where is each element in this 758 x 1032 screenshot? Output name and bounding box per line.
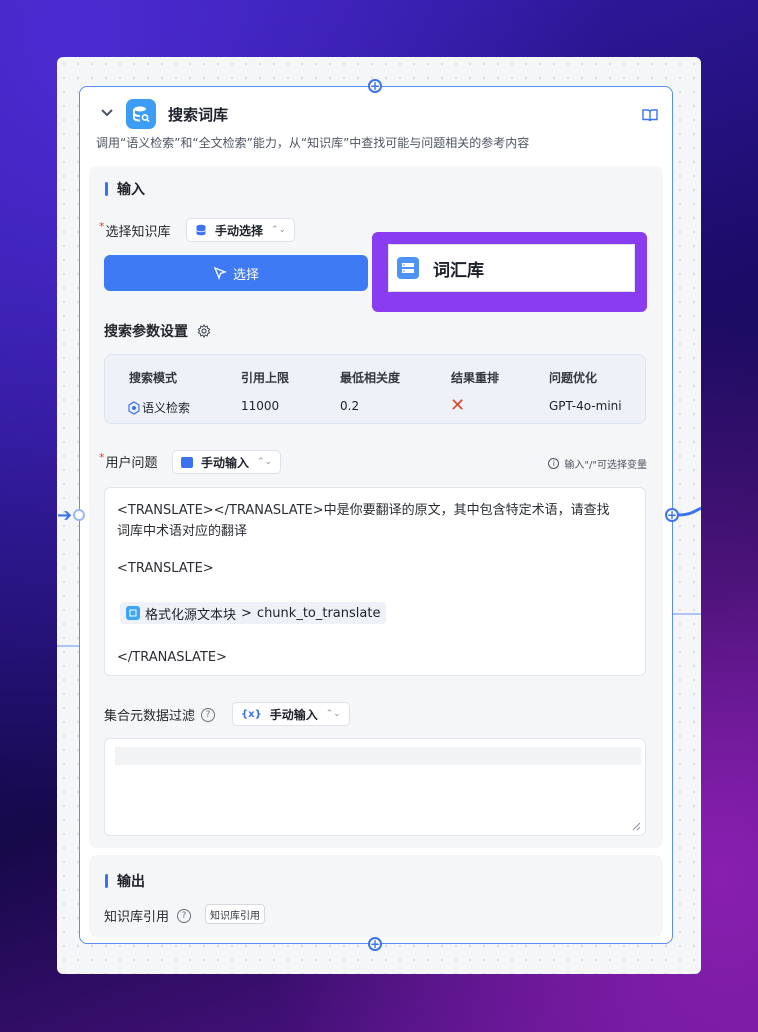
- param-value-mode: 语义检索: [142, 401, 191, 415]
- metadata-filter-label: 集合元数据过滤 ?: [104, 705, 216, 724]
- selected-kb-item[interactable]: 词汇库: [388, 244, 635, 292]
- bottom-handle[interactable]: +: [368, 937, 382, 951]
- output-section: 输出 知识库引用 ? 知识库引用: [89, 855, 663, 937]
- question-line-3: <TRANSLATE>: [117, 561, 214, 576]
- input-section: 输入 * 选择知识库 手动选择 ⌃⌄ 选择 词汇库 搜索参数设置 搜索模式 引用…: [89, 166, 663, 848]
- database-icon: [196, 224, 206, 236]
- storage-icon: [397, 257, 419, 279]
- metadata-filter-textarea[interactable]: [104, 738, 646, 836]
- gear-icon[interactable]: [197, 324, 211, 338]
- right-handle[interactable]: +: [665, 508, 679, 522]
- kb-ref-label: 知识库引用 ?: [104, 906, 192, 925]
- param-header-similarity: 最低相关度: [340, 371, 401, 385]
- node-title: 搜索词库: [168, 105, 229, 124]
- outgoing-edge: [678, 506, 701, 517]
- chevron-updown-icon: ⌃⌄: [257, 457, 273, 467]
- kb-select-mode-dropdown[interactable]: 手动选择 ⌃⌄: [186, 218, 296, 242]
- section-bar: [105, 874, 108, 888]
- variable-braces-icon: {x}: [241, 708, 262, 720]
- help-icon[interactable]: ?: [177, 908, 192, 923]
- input-mode-icon: [181, 456, 193, 468]
- user-question-mode-dropdown[interactable]: 手动输入 ⌃⌄: [172, 450, 282, 474]
- resize-handle-icon[interactable]: [631, 821, 641, 831]
- user-question-mode-text: 手动输入: [201, 455, 250, 470]
- param-header-query-ext: 问题优化: [549, 371, 598, 385]
- search-params-title-text: 搜索参数设置: [104, 324, 188, 340]
- variable-chip[interactable]: 格式化源文本块 > chunk_to_translate: [120, 602, 387, 624]
- param-header-rerank: 结果重排: [451, 371, 500, 385]
- kb-select-label-text: 选择知识库: [105, 225, 171, 240]
- node-description: 调用“语义检索”和“全文检索”能力，从“知识库”中查找可能与问题相关的参考内容: [96, 136, 530, 150]
- kb-select-mode-text: 手动选择: [215, 223, 264, 238]
- output-section-title: 输出: [105, 871, 145, 891]
- top-handle[interactable]: +: [368, 79, 382, 93]
- input-title-text: 输入: [117, 182, 145, 198]
- param-header-limit: 引用上限: [241, 371, 290, 385]
- question-line-1: <TRANSLATE></TRANASLATE>中是你要翻译的原文，其中包含特定…: [117, 503, 610, 518]
- edge-left-faint: [57, 645, 79, 647]
- chevron-down-icon[interactable]: [100, 107, 116, 121]
- variable-chip-separator: >: [241, 605, 252, 621]
- metadata-filter-mode-text: 手动输入: [269, 707, 318, 722]
- question-line-4: </TRANASLATE>: [117, 650, 227, 665]
- question-line-2: 词库中术语对应的翻译: [117, 524, 248, 539]
- close-icon: ✕: [450, 395, 466, 416]
- search-kb-node[interactable]: 搜索词库 调用“语义检索”和“全文检索”能力，从“知识库”中查找可能与问题相关的…: [79, 86, 673, 944]
- section-bar: [105, 182, 108, 196]
- editor-line: [115, 747, 641, 765]
- user-question-label-text: 用户问题: [105, 456, 158, 471]
- output-title-text: 输出: [117, 874, 145, 890]
- metadata-filter-mode-dropdown[interactable]: {x} 手动输入 ⌃⌄: [232, 702, 350, 726]
- incoming-edge-arrow: ➔: [57, 505, 73, 526]
- kb-ref-label-text: 知识库引用: [104, 910, 170, 925]
- variable-node-icon: [126, 606, 140, 620]
- metadata-filter-label-text: 集合元数据过滤: [104, 709, 196, 724]
- selected-kb-name: 词汇库: [433, 260, 484, 281]
- param-value-query-ext: GPT-4o-mini: [549, 399, 622, 413]
- chevron-updown-icon: ⌃⌄: [325, 709, 341, 719]
- kb-select-label: * 选择知识库: [99, 220, 171, 240]
- user-question-label: * 用户问题: [99, 451, 158, 471]
- variable-hint-text: 输入"/"可选择变量: [564, 460, 647, 471]
- help-icon[interactable]: ?: [201, 707, 216, 722]
- left-handle[interactable]: [73, 509, 85, 521]
- param-value-limit: 11000: [241, 399, 280, 413]
- input-section-title: 输入: [105, 179, 145, 199]
- variable-hint: i 输入"/"可选择变量: [548, 456, 647, 471]
- edge-right-faint: [673, 613, 701, 615]
- book-icon[interactable]: [642, 107, 658, 122]
- required-mark: *: [99, 220, 105, 233]
- user-question-textarea[interactable]: <TRANSLATE></TRANASLATE>中是你要翻译的原文，其中包含特定…: [104, 487, 646, 676]
- database-search-icon: [126, 99, 156, 129]
- required-mark: *: [99, 451, 105, 464]
- chevron-updown-icon: ⌃⌄: [271, 225, 287, 235]
- semantic-search-icon: [128, 400, 140, 415]
- node-header: 搜索词库: [100, 99, 658, 129]
- search-params-box[interactable]: 搜索模式 引用上限 最低相关度 结果重排 问题优化 语义检索 11000 0.2…: [104, 354, 646, 424]
- search-params-title: 搜索参数设置: [104, 321, 211, 341]
- variable-chip-field: chunk_to_translate: [256, 605, 381, 621]
- param-header-mode: 搜索模式: [129, 371, 178, 385]
- variable-chip-name: 格式化源文本块: [145, 607, 237, 623]
- selected-kb-highlight: 词汇库: [372, 232, 647, 312]
- param-value-mode-cell: 语义检索: [127, 399, 190, 416]
- select-button-label: 选择: [232, 267, 259, 283]
- info-icon: i: [548, 458, 560, 469]
- param-value-similarity: 0.2: [340, 399, 360, 413]
- select-kb-button[interactable]: 选择: [104, 255, 368, 291]
- cursor-icon: [213, 266, 227, 280]
- kb-ref-tag: 知识库引用: [205, 904, 265, 924]
